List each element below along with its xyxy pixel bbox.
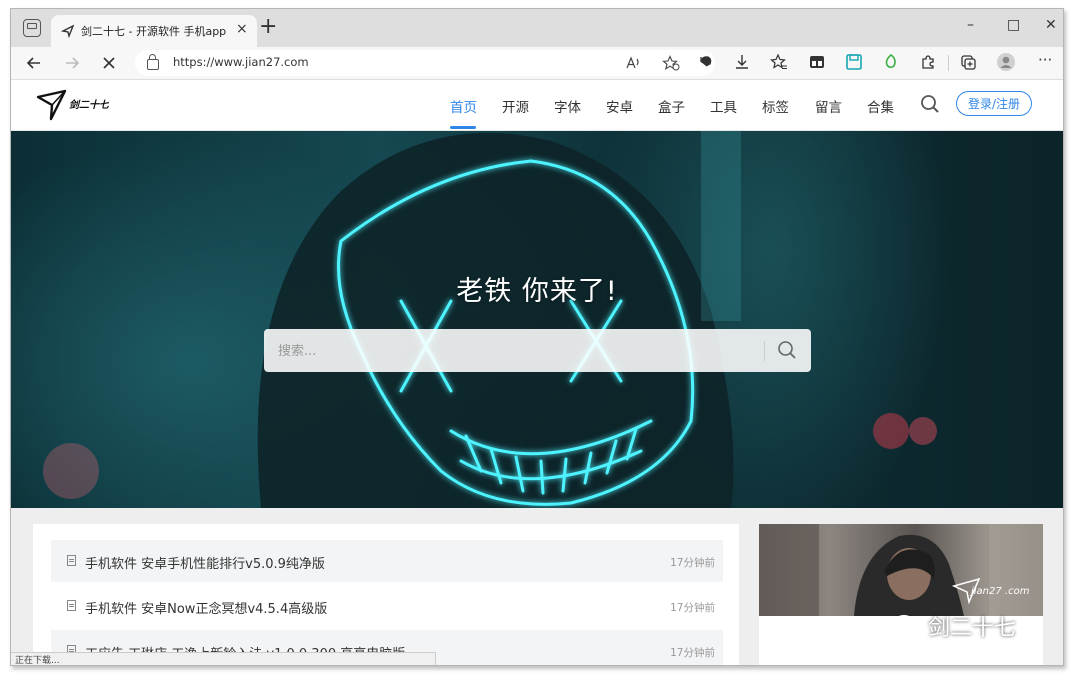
- post-item[interactable]: 手机软件 安卓Now正念冥想v4.5.4高级版 17分钟前: [51, 585, 723, 627]
- save-icon[interactable]: [845, 53, 863, 71]
- hero-search-box: [264, 329, 811, 374]
- nav-fonts[interactable]: 字体: [554, 96, 581, 116]
- tab-actions-icon[interactable]: [23, 19, 41, 37]
- hero-image: [43, 131, 937, 508]
- featured-image[interactable]: jian27 .com: [759, 524, 1043, 616]
- document-icon: [67, 555, 76, 566]
- nav-home[interactable]: 首页: [450, 96, 477, 116]
- nav-tags[interactable]: 标签: [762, 96, 789, 116]
- search-icon[interactable]: [920, 94, 940, 114]
- logo-text: 剑二十七: [69, 99, 109, 111]
- nav-collections[interactable]: 合集: [867, 96, 894, 116]
- site-header: 剑二十七 首页 开源 字体 安卓 盒子 工具 标签 留言 合集 登录/注册: [11, 80, 1063, 131]
- nav-opensource[interactable]: 开源: [502, 96, 529, 116]
- post-title[interactable]: 手机软件 安卓手机性能排行v5.0.9纯净版: [85, 553, 325, 572]
- url-text[interactable]: https://www.jian27.com: [173, 55, 309, 69]
- address-toolbar: https://www.jian27.com ···: [11, 47, 1063, 80]
- post-time: 17分钟前: [670, 557, 715, 569]
- collections-icon[interactable]: [808, 53, 826, 71]
- featured-card[interactable]: jian27 .com: [759, 524, 1043, 665]
- share-icon[interactable]: [959, 53, 977, 71]
- read-aloud-icon[interactable]: [625, 55, 643, 71]
- account-watermark: 剑二十七: [928, 616, 1017, 641]
- new-tab-button[interactable]: +: [259, 15, 277, 39]
- extension-icon[interactable]: [882, 53, 900, 71]
- wechat-icon: [893, 615, 921, 637]
- stop-icon[interactable]: [101, 55, 117, 71]
- forward-icon[interactable]: [63, 54, 81, 72]
- nav-guestbook[interactable]: 留言: [815, 96, 842, 116]
- hero-title: 老铁 你来了!: [456, 276, 618, 307]
- hero-search-icon[interactable]: [777, 340, 797, 360]
- post-list: 手机软件 安卓手机性能排行v5.0.9纯净版 17分钟前 手机软件 安卓Now正…: [33, 524, 739, 665]
- login-register-button[interactable]: 登录/注册: [956, 91, 1032, 116]
- more-icon[interactable]: ···: [1038, 51, 1052, 69]
- nav-tvbox[interactable]: 盒子: [658, 96, 685, 116]
- tab-title: 剑二十七 - 开源软件 手机app 电: [81, 25, 231, 38]
- puzzle-icon[interactable]: [919, 53, 937, 71]
- document-icon: [67, 600, 76, 611]
- favorites-icon[interactable]: [770, 53, 788, 71]
- post-time: 17分钟前: [670, 602, 715, 614]
- search-divider: [764, 341, 765, 361]
- browser-tab[interactable]: 剑二十七 - 开源软件 手机app 电 ×: [51, 15, 257, 47]
- post-item[interactable]: 手机软件 安卓手机性能排行v5.0.9纯净版 17分钟前: [51, 540, 723, 582]
- url-bar[interactable]: https://www.jian27.com: [135, 50, 715, 76]
- image-watermark-text: jian27 .com: [969, 586, 1030, 597]
- undo-icon[interactable]: [697, 53, 715, 71]
- tab-strip: 剑二十七 - 开源软件 手机app 电 × + – □ ✕: [11, 9, 1063, 47]
- maximize-button[interactable]: □: [1007, 17, 1020, 33]
- nav-android[interactable]: 安卓: [606, 96, 633, 116]
- website-page: 剑二十七 首页 开源 字体 安卓 盒子 工具 标签 留言 合集 登录/注册 老铁…: [11, 80, 1063, 665]
- post-title[interactable]: 手机软件 安卓Now正念冥想v4.5.4高级版: [85, 598, 327, 617]
- status-bar: 正在下载...: [11, 652, 436, 665]
- site-favicon-icon: [61, 24, 75, 38]
- lock-icon[interactable]: [147, 54, 159, 70]
- minimize-button[interactable]: –: [967, 17, 974, 33]
- nav-active-indicator: [450, 126, 476, 129]
- hooded-figure-image: jian27 .com: [759, 524, 1043, 616]
- close-window-button[interactable]: ✕: [1045, 17, 1057, 33]
- hero-search-input[interactable]: [276, 329, 760, 374]
- nav-tools[interactable]: 工具: [710, 96, 737, 116]
- post-time: 17分钟前: [670, 647, 715, 659]
- profile-icon[interactable]: [996, 52, 1016, 72]
- toolbar-divider: [948, 55, 949, 71]
- site-logo[interactable]: 剑二十七: [35, 85, 109, 125]
- tab-close-icon[interactable]: ×: [236, 21, 248, 37]
- hero-banner: 老铁 你来了!: [11, 131, 1063, 508]
- browser-window: 剑二十七 - 开源软件 手机app 电 × + – □ ✕ https://ww…: [10, 8, 1064, 666]
- back-icon[interactable]: [25, 54, 43, 72]
- favorite-add-icon[interactable]: [662, 55, 680, 71]
- download-icon[interactable]: [733, 53, 751, 71]
